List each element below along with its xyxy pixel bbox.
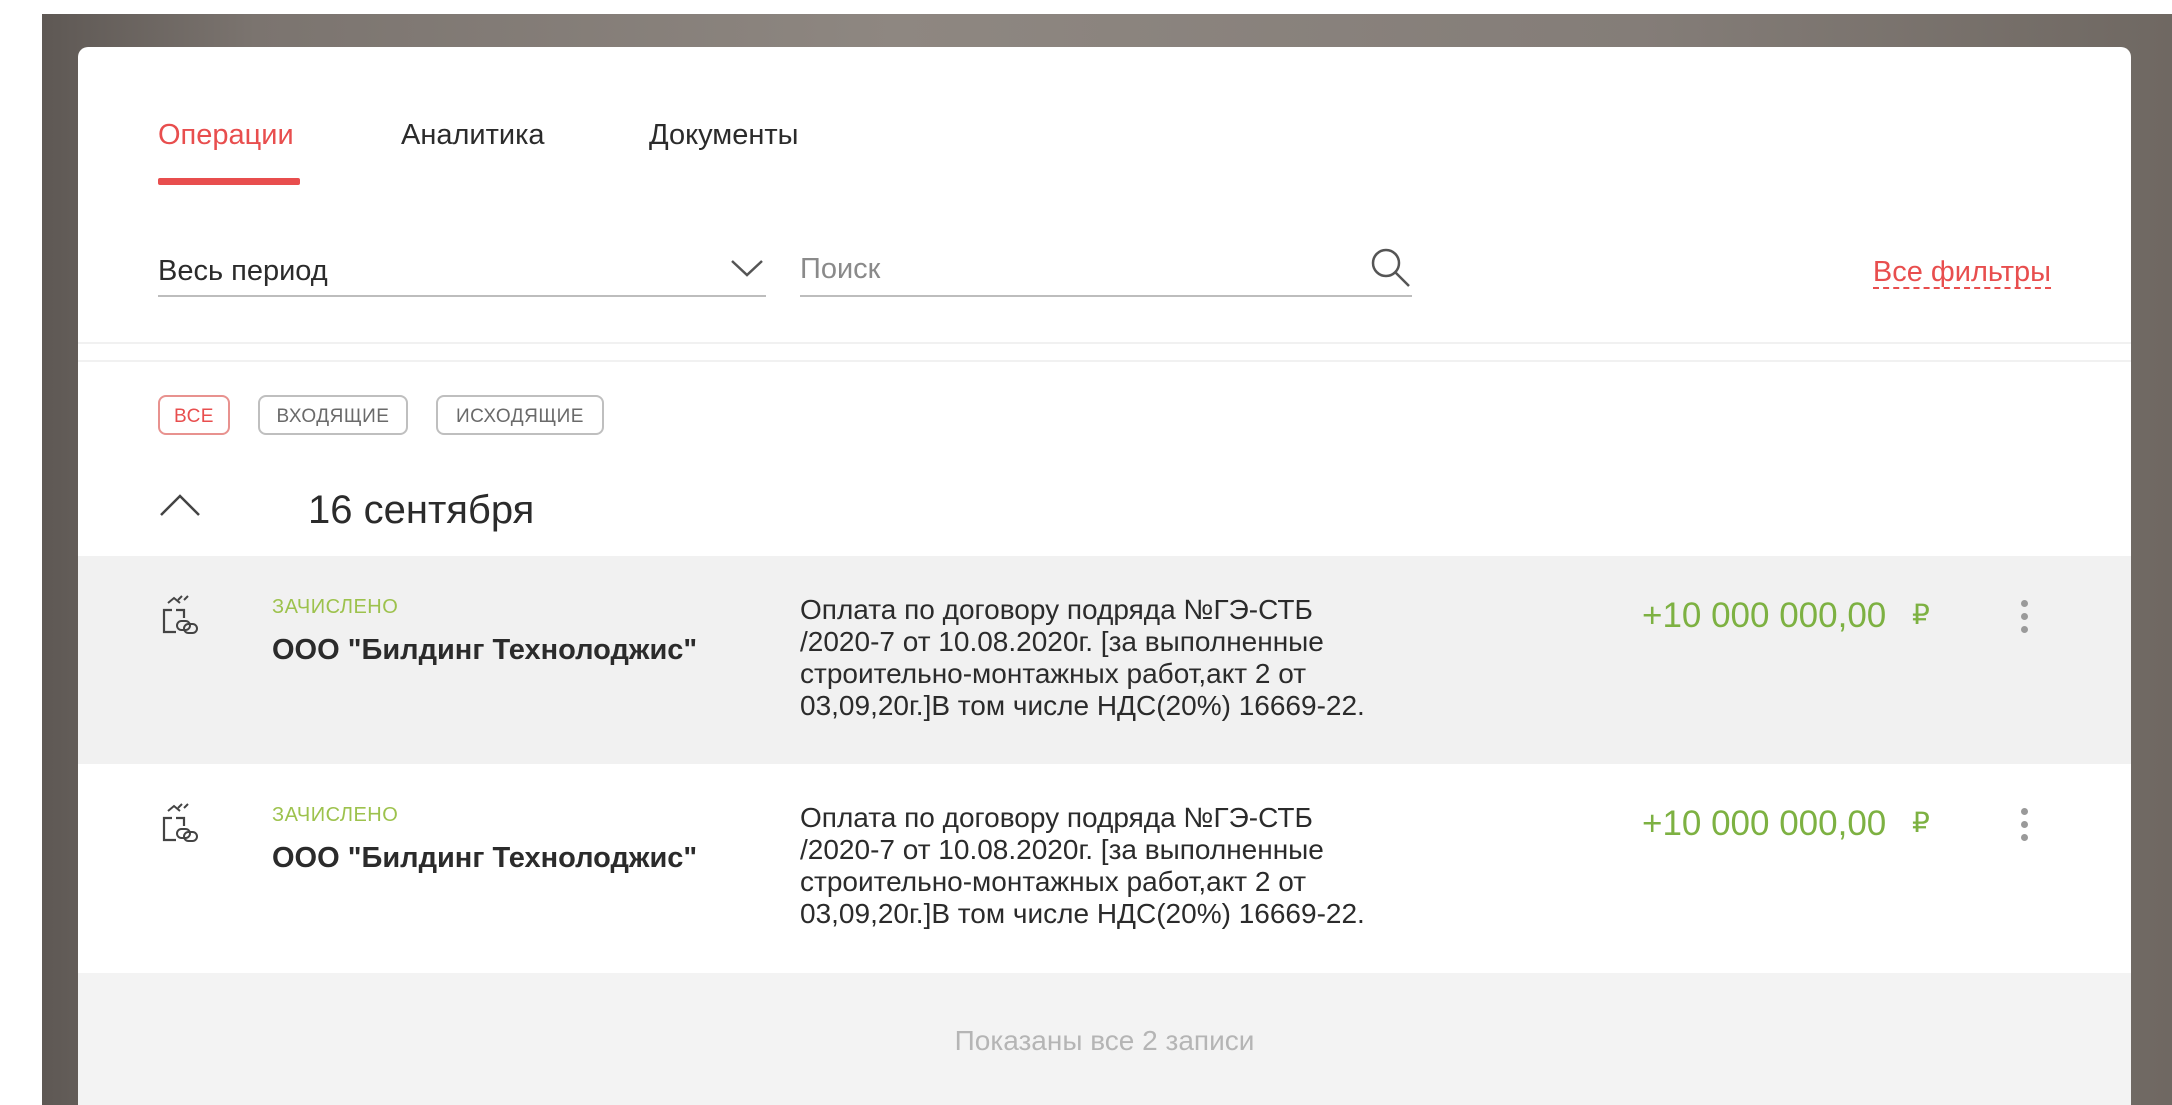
operation-description: Оплата по договору подряда №ГЭ-СТБ /2020… <box>800 802 1365 929</box>
date-group-title: 16 сентября <box>308 488 535 532</box>
operation-status: ЗАЧИСЛЕНО <box>272 804 399 826</box>
chevron-up-icon[interactable] <box>158 491 202 521</box>
operation-status: ЗАЧИСЛЕНО <box>272 596 399 618</box>
list-footer: Показаны все 2 записи <box>78 973 2131 1105</box>
tab-documents[interactable]: Документы <box>649 119 799 152</box>
tab-analytics[interactable]: Аналитика <box>401 119 545 152</box>
period-select-value: Весь период <box>158 255 328 287</box>
operation-counterparty: ООО "Билдинг Технолоджис" <box>272 842 698 874</box>
divider <box>78 342 2131 344</box>
chip-incoming[interactable]: ВХОДЯЩИЕ <box>258 395 408 435</box>
divider <box>78 360 2131 362</box>
records-count-text: Показаны все 2 записи <box>954 1025 1255 1056</box>
more-vertical-icon[interactable] <box>2016 808 2032 848</box>
operation-row[interactable]: ЗАЧИСЛЕНО ООО "Билдинг Технолоджис" Опла… <box>78 556 2131 764</box>
search-icon[interactable] <box>1368 245 1412 289</box>
tabs-divider <box>78 178 2131 185</box>
operation-row[interactable]: ЗАЧИСЛЕНО ООО "Билдинг Технолоджис" Опла… <box>78 764 2131 972</box>
incoming-transfer-icon <box>162 803 198 842</box>
chip-all[interactable]: ВСЕ <box>158 395 230 435</box>
search-field <box>800 245 1412 297</box>
currency-ruble: ₽ <box>1912 807 1930 838</box>
active-tab-indicator <box>158 178 300 185</box>
operation-description: Оплата по договору подряда №ГЭ-СТБ /2020… <box>800 594 1365 721</box>
operation-amount: +10 000 000,00 <box>1642 804 1887 843</box>
currency-ruble: ₽ <box>1912 599 1930 630</box>
operations-card: Операции Аналитика Документы Весь период… <box>78 47 2131 1105</box>
incoming-transfer-icon <box>162 595 198 634</box>
operation-amount: +10 000 000,00 <box>1642 596 1887 635</box>
all-filters-link[interactable]: Все фильтры <box>1872 257 2051 289</box>
operation-counterparty: ООО "Билдинг Технолоджис" <box>272 634 698 666</box>
tabs-bar: Операции Аналитика Документы <box>78 47 2131 185</box>
period-select[interactable]: Весь период <box>158 245 766 297</box>
more-vertical-icon[interactable] <box>2016 600 2032 640</box>
chevron-down-icon <box>731 260 763 277</box>
search-input[interactable] <box>800 247 1340 291</box>
tab-operations[interactable]: Операции <box>158 119 294 152</box>
chip-outgoing[interactable]: ИСХОДЯЩИЕ <box>436 395 604 435</box>
